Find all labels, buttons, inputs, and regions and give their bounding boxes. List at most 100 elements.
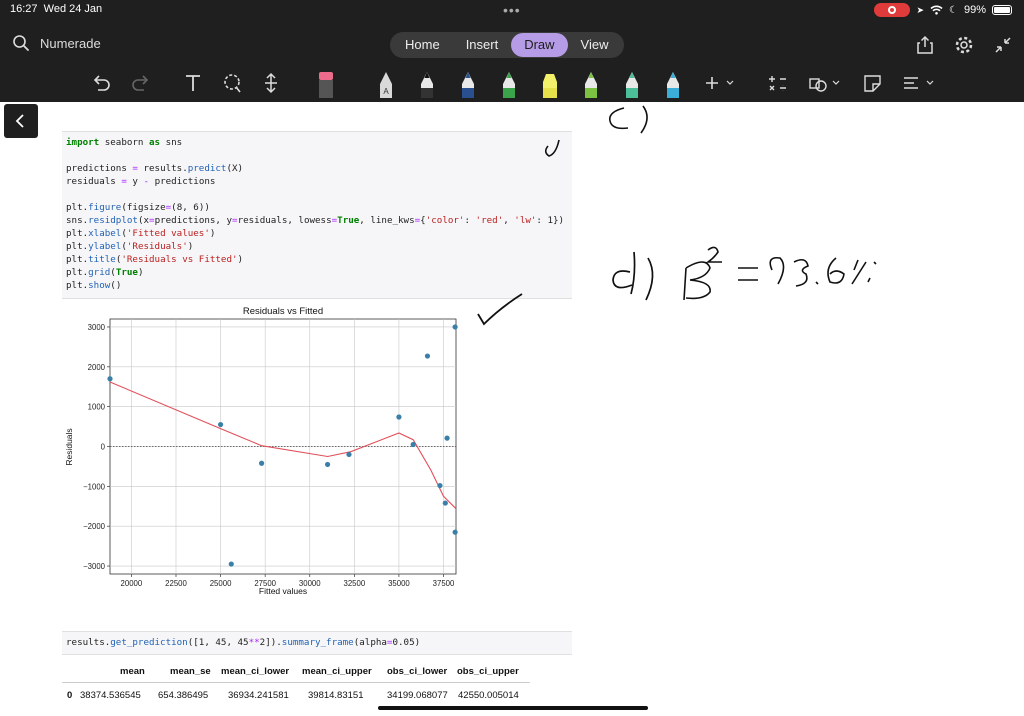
gear-icon[interactable] [953,34,975,56]
y-tick-label: 3000 [88,323,106,332]
pen-green-2-icon[interactable] [578,70,604,98]
data-point [107,376,113,382]
battery-percent: 99% [963,4,986,16]
battery-level [994,7,1010,13]
undo-icon[interactable] [88,70,114,98]
y-tick-label: −2000 [83,522,106,531]
data-point [410,441,416,448]
math-icon[interactable] [765,70,791,98]
share-icon[interactable] [914,34,936,56]
chart-title: Residuals vs Fitted [243,306,323,317]
data-point [217,421,224,428]
eraser-icon[interactable] [313,70,339,98]
handwritten-r2-expression [683,246,877,301]
column-header-obs-ci-upper: obs_ci_upper [457,666,519,677]
multitask-dots-icon[interactable]: ••• [503,2,521,18]
data-point [424,353,431,359]
x-tick-label: 37500 [433,579,455,588]
prediction-code-cell[interactable]: results.get_prediction([1, 45, 45**2]).s… [62,631,572,655]
back-button[interactable] [4,104,38,138]
y-axis-label: Residuals [64,428,74,465]
y-tick-label: 0 [101,443,106,452]
handwritten-d-label [612,251,636,295]
code-line-6: plt.xlabel('Fitted values') [66,228,216,239]
home-indicator[interactable] [378,706,648,710]
status-indicators: ➤ ☾ 99% [874,3,1012,17]
x-tick-label: 25000 [210,579,232,588]
lasso-icon[interactable] [219,70,245,98]
data-point [258,460,265,466]
highlighter-yellow-icon[interactable] [537,70,563,98]
x-tick-label: 35000 [388,579,410,588]
record-icon [888,6,897,14]
data-point [452,529,458,535]
data-point [346,451,352,458]
wifi-icon [930,5,943,15]
code-line-2: predictions = results.predict(X) [66,163,244,174]
ink-to-text-icon[interactable] [900,70,940,98]
data-point [396,414,402,420]
code-line-5: sns.residplot(x=predictions, y=residuals… [66,215,565,226]
cell-obs-ci-upper: 42550.005014 [458,690,519,701]
column-header-mean-se: mean_se [170,666,211,677]
chevron-left-icon [15,114,24,128]
shapes-icon[interactable] [806,70,846,98]
y-tick-label: −1000 [83,482,106,491]
pen-teal-icon[interactable] [619,70,645,98]
tab-insert[interactable]: Insert [453,33,512,57]
code-line-4: plt.figure(figsize=(8, 6)) [66,202,210,213]
x-axis-label: Fitted values [259,586,307,596]
data-point [228,561,234,567]
data-point [442,500,448,506]
data-point [437,482,443,489]
y-tick-label: −3000 [83,562,106,571]
code-block: import seaborn as sns predictions = resu… [62,132,572,291]
redo-icon[interactable] [128,70,154,98]
prediction-code-line: results.get_prediction([1, 45, 45**2]).s… [66,637,421,648]
search-bar[interactable]: Numerade [12,34,101,52]
data-point [452,324,458,330]
pen-black-icon[interactable] [414,70,440,98]
draw-toolbar: A [0,70,1024,100]
y-tick-label: 1000 [88,403,106,412]
battery-icon [992,5,1012,15]
status-time-date: 16:27 Wed 24 Jan [10,3,102,15]
tab-home[interactable]: Home [392,33,453,57]
column-header-mean: mean [120,666,145,677]
add-tool-icon[interactable] [700,70,740,98]
cell-mean-se: 654.386495 [158,690,209,701]
tab-draw[interactable]: Draw [511,33,568,57]
code-line-3: residuals = y - predictions [66,176,216,187]
collapse-icon[interactable] [992,34,1014,56]
tab-view[interactable]: View [568,33,622,57]
pen-blue-icon[interactable] [455,70,481,98]
table-header-divider [62,682,530,683]
cell-mean: 38374.536545 [80,690,141,701]
row-index: 0 [67,690,73,701]
code-cell[interactable]: import seaborn as sns predictions = resu… [62,131,572,299]
residuals-plot: 20000 22500 25000 27500 30000 32500 35000 37500… [64,306,458,596]
search-placeholder: Numerade [40,35,101,51]
y-tick-label: 2000 [88,363,106,372]
code-line-7: plt.ylabel('Residuals') [66,241,194,252]
code-line-9: plt.grid(True) [66,267,144,278]
handwritten-d-paren [645,257,654,301]
handwritten-c-paren [640,105,648,134]
pen-cyan-icon[interactable] [660,70,686,98]
column-header-mean-ci-upper: mean_ci_upper [302,666,372,677]
code-line-8: plt.title('Residuals vs Fitted') [66,254,244,265]
code-line-10: plt.show() [66,280,122,291]
app-top-bar: 16:27 Wed 24 Jan ••• ➤ ☾ 99% Numerade Ho… [0,0,1024,102]
cell-mean-ci-upper: 39814.83151 [308,690,364,701]
column-header-obs-ci-lower: obs_ci_lower [387,666,448,677]
x-tick-label: 20000 [121,579,143,588]
cell-obs-ci-lower: 34199.068077 [387,690,448,701]
space-insert-icon[interactable] [258,70,284,98]
x-tick-label: 32500 [343,579,365,588]
svg-text:A: A [383,87,389,96]
pencil-icon[interactable]: A [373,70,399,98]
pen-green-icon[interactable] [496,70,522,98]
screen-recording-indicator[interactable] [874,3,911,17]
text-tool-icon[interactable] [180,70,206,98]
ink-to-shape-icon[interactable] [860,70,886,98]
